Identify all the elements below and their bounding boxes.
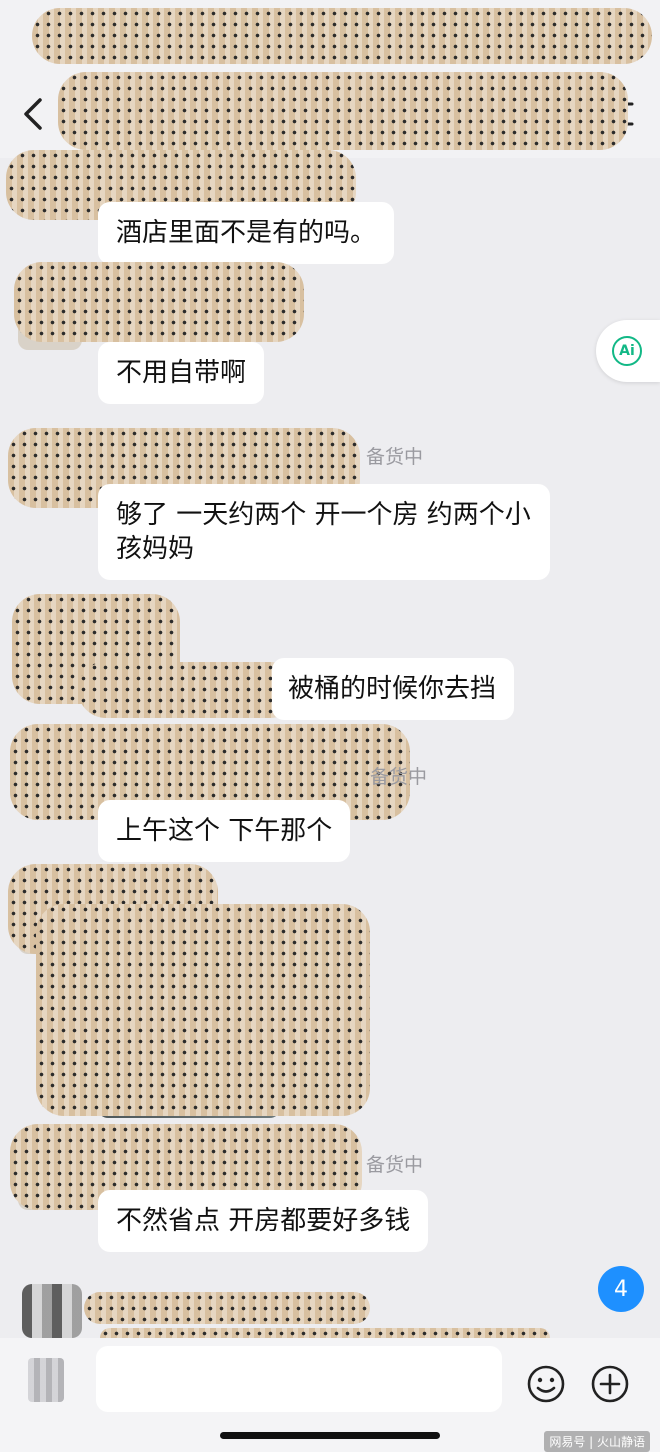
redaction-scribble — [84, 1292, 370, 1324]
watermark: 网易号 | 火山静语 — [544, 1431, 650, 1452]
message-bubble[interactable]: 酒店里面不是有的吗。 — [98, 202, 395, 264]
back-button[interactable] — [18, 94, 52, 134]
message-text: 酒店里面不是有的吗。 — [116, 218, 377, 248]
message-text: 不然省点 开房都要好多钱 — [116, 1206, 411, 1236]
plus-icon — [591, 1365, 629, 1403]
message-bubble[interactable]: 被桶的时候你去挡 — [272, 658, 515, 720]
message-status: 备货中 — [370, 766, 428, 788]
message-text: 不用自带啊 — [116, 358, 247, 388]
message-list: 酒店里面不是有的吗。 不用自带啊 备货中 够了 一天约两个 开一个房 约两个小孩… — [0, 158, 660, 1348]
message-status: 备货中 — [366, 1154, 424, 1176]
plus-button[interactable] — [590, 1364, 630, 1404]
ai-icon: Ai — [612, 336, 642, 366]
redaction-scribble — [58, 72, 628, 150]
message-bubble[interactable]: 上午这个 下午那个 — [98, 800, 351, 862]
home-indicator — [220, 1432, 440, 1439]
ai-assistant-button[interactable]: Ai — [596, 320, 660, 382]
message-status: 备货中 — [366, 446, 424, 468]
unread-badge[interactable]: 4 — [598, 1266, 644, 1312]
message-text: 够了 一天约两个 开一个房 约两个小孩妈妈 — [116, 500, 531, 564]
ai-label: Ai — [619, 343, 635, 359]
message-input[interactable] — [96, 1346, 502, 1412]
emoji-button[interactable] — [526, 1364, 566, 1404]
redaction-scribble — [78, 662, 298, 718]
message-bubble[interactable]: 不用自带啊 — [98, 342, 265, 404]
message-text: 被桶的时候你去挡 — [288, 674, 497, 704]
back-icon — [24, 98, 42, 130]
emoji-icon — [527, 1365, 565, 1403]
avatar[interactable] — [22, 1284, 82, 1338]
unread-count: 4 — [614, 1276, 628, 1302]
redaction-scribble — [32, 8, 652, 64]
redaction-scribble — [14, 262, 304, 342]
message-text: 上午这个 下午那个 — [116, 816, 333, 846]
redaction-scribble — [36, 904, 370, 1116]
voice-button[interactable] — [28, 1358, 64, 1402]
message-bubble[interactable]: 够了 一天约两个 开一个房 约两个小孩妈妈 — [98, 484, 550, 580]
message-bubble[interactable]: 不然省点 开房都要好多钱 — [98, 1190, 429, 1252]
